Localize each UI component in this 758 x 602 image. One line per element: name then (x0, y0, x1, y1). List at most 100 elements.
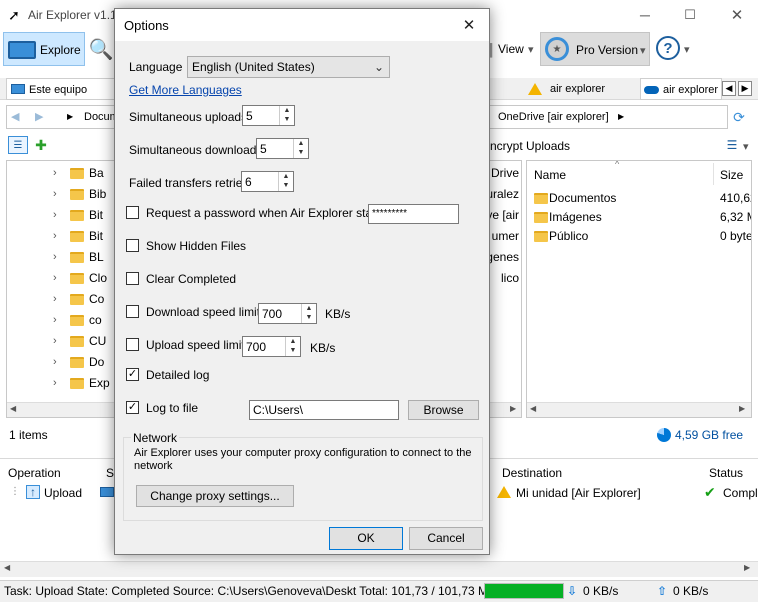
tab-onedrive[interactable]: air explorer (640, 78, 722, 100)
maximize-icon[interactable]: ☐ (675, 6, 705, 24)
minimize-icon[interactable]: ─ (630, 6, 660, 24)
column-header-size[interactable]: Size (720, 168, 743, 182)
tree-view-icon[interactable]: ☰ (8, 136, 28, 154)
chevron-right-icon[interactable]: › (53, 184, 57, 205)
middle-item-label[interactable]: genes (488, 250, 519, 264)
forward-arrow-icon[interactable]: ▶ (35, 106, 43, 128)
tree-item[interactable]: › CU (7, 331, 117, 352)
tree-item[interactable]: › co (7, 310, 117, 331)
tree-item[interactable]: › Co (7, 289, 117, 310)
left-path-bar[interactable]: ◀ ▶ ▶ Docum (6, 105, 119, 129)
change-proxy-button[interactable]: Change proxy settings... (136, 485, 294, 507)
scroll-right-icon[interactable]: ▶ (744, 563, 750, 572)
chevron-right-icon[interactable]: › (53, 163, 57, 184)
download-limit-stepper[interactable]: 700 ▲ ▼ (258, 303, 317, 324)
arrow-down-icon[interactable]: ▼ (280, 115, 294, 124)
tree-item[interactable]: › Do (7, 352, 117, 373)
file-row[interactable]: Público 0 byte (527, 227, 751, 246)
upload-limit-stepper[interactable]: 700 ▲ ▼ (242, 336, 301, 357)
stepper-arrows[interactable]: ▲ ▼ (285, 337, 300, 356)
arrow-up-icon[interactable]: ▲ (279, 172, 293, 181)
scroll-right-icon[interactable]: ▶ (739, 404, 745, 413)
tree-item[interactable]: › Bib (7, 184, 117, 205)
tab-scroll-left-icon[interactable]: ◀ (722, 81, 736, 96)
scroll-right-icon[interactable]: ▶ (510, 404, 516, 413)
view-menu-button[interactable]: View ▾ (494, 32, 538, 66)
search-icon[interactable]: 🔍 (88, 36, 114, 62)
ok-button[interactable]: OK (329, 527, 403, 550)
password-field[interactable]: ********* (368, 204, 459, 224)
stepper-arrows[interactable]: ▲ ▼ (301, 304, 316, 323)
middle-horizontal-scrollbar[interactable]: ▶ (488, 402, 521, 417)
request-password-checkbox[interactable] (126, 206, 139, 219)
help-button[interactable]: ? ▾ (654, 32, 694, 66)
explore-button[interactable]: Explore (3, 32, 85, 66)
scroll-left-icon[interactable]: ◀ (10, 404, 16, 413)
middle-item-label[interactable]: uralez (488, 187, 519, 201)
chevron-right-icon[interactable]: › (53, 205, 57, 226)
tree-item[interactable]: › Clo (7, 268, 117, 289)
queue-horizontal-scrollbar[interactable]: ◀ ▶ (0, 561, 758, 577)
middle-item-label[interactable]: umer (492, 229, 519, 243)
chevron-right-icon[interactable]: › (53, 373, 57, 394)
right-path-bar[interactable]: OneDrive [air explorer] ▶ (490, 105, 728, 129)
middle-item-label[interactable]: Drive (491, 166, 519, 180)
arrow-up-icon[interactable]: ▲ (294, 139, 308, 148)
right-horizontal-scrollbar[interactable]: ◀ ▶ (527, 402, 751, 417)
tab-scroll-right-icon[interactable]: ▶ (738, 81, 752, 96)
scroll-left-icon[interactable]: ◀ (530, 404, 536, 413)
chevron-right-icon[interactable]: › (53, 331, 57, 352)
tab-este-equipo[interactable]: Este equipo ✕ (6, 78, 135, 100)
chevron-right-icon[interactable]: › (53, 352, 57, 373)
close-icon[interactable]: ✕ (459, 15, 479, 35)
tree-item[interactable]: › Exp (7, 373, 117, 394)
chevron-right-icon[interactable]: › (53, 310, 57, 331)
queue-header-destination[interactable]: Destination (502, 466, 562, 480)
download-limit-checkbox[interactable] (126, 305, 139, 318)
file-row[interactable]: Imágenes 6,32 M (527, 208, 751, 227)
stepper-arrows[interactable]: ▲ ▼ (278, 172, 293, 191)
window-close-icon[interactable]: ✕ (722, 6, 752, 24)
clear-completed-checkbox[interactable] (126, 272, 139, 285)
column-header-name[interactable]: Name (534, 168, 566, 182)
file-row[interactable]: Documentos 410,62 (527, 189, 751, 208)
tree-item[interactable]: › Ba (7, 163, 117, 184)
tree-item[interactable]: › BL (7, 247, 117, 268)
simultaneous-uploads-stepper[interactable]: 5 ▲ ▼ (242, 105, 295, 126)
detailed-log-checkbox[interactable]: ✓ (126, 368, 139, 381)
back-arrow-icon[interactable]: ◀ (11, 106, 19, 128)
show-hidden-checkbox[interactable] (126, 239, 139, 252)
cancel-button[interactable]: Cancel (409, 527, 483, 550)
refresh-icon[interactable]: ⟳ (730, 108, 748, 126)
chevron-right-icon[interactable]: › (53, 268, 57, 289)
arrow-down-icon[interactable]: ▼ (294, 148, 308, 157)
chevron-right-icon[interactable]: › (53, 226, 57, 247)
log-to-file-checkbox[interactable]: ✓ (126, 401, 139, 414)
middle-item-label[interactable]: ve [air (488, 208, 519, 222)
scroll-left-icon[interactable]: ◀ (4, 563, 10, 572)
chevron-right-icon[interactable]: › (53, 247, 57, 268)
arrow-up-icon[interactable]: ▲ (280, 106, 294, 115)
stepper-arrows[interactable]: ▲ ▼ (279, 106, 294, 125)
arrow-up-icon[interactable]: ▲ (302, 304, 316, 313)
arrow-down-icon[interactable]: ▼ (279, 181, 293, 190)
chevron-down-icon[interactable]: ▾ (743, 140, 749, 153)
arrow-down-icon[interactable]: ▼ (302, 313, 316, 322)
tab-google-drive[interactable]: air explorer (524, 78, 634, 100)
pro-version-button[interactable]: ★ Pro Version ▾ (540, 32, 650, 66)
upload-limit-checkbox[interactable] (126, 338, 139, 351)
chevron-right-icon[interactable]: › (53, 289, 57, 310)
middle-item-label[interactable]: lico (501, 271, 519, 285)
browse-button[interactable]: Browse (408, 400, 479, 420)
add-folder-icon[interactable]: ✚ (32, 136, 50, 154)
queue-header-status[interactable]: Status (709, 466, 743, 480)
arrow-up-icon[interactable]: ▲ (286, 337, 300, 346)
simultaneous-downloads-stepper[interactable]: 5 ▲ ▼ (256, 138, 309, 159)
tree-item[interactable]: › Bit (7, 205, 117, 226)
arrow-down-icon[interactable]: ▼ (286, 346, 300, 355)
queue-header-operation[interactable]: Operation (8, 466, 61, 480)
log-path-field[interactable]: C:\Users\ (249, 400, 399, 420)
more-languages-link[interactable]: Get More Languages (129, 83, 242, 97)
list-view-icon[interactable]: ☰ (724, 137, 740, 153)
left-horizontal-scrollbar[interactable]: ◀ (7, 402, 117, 417)
